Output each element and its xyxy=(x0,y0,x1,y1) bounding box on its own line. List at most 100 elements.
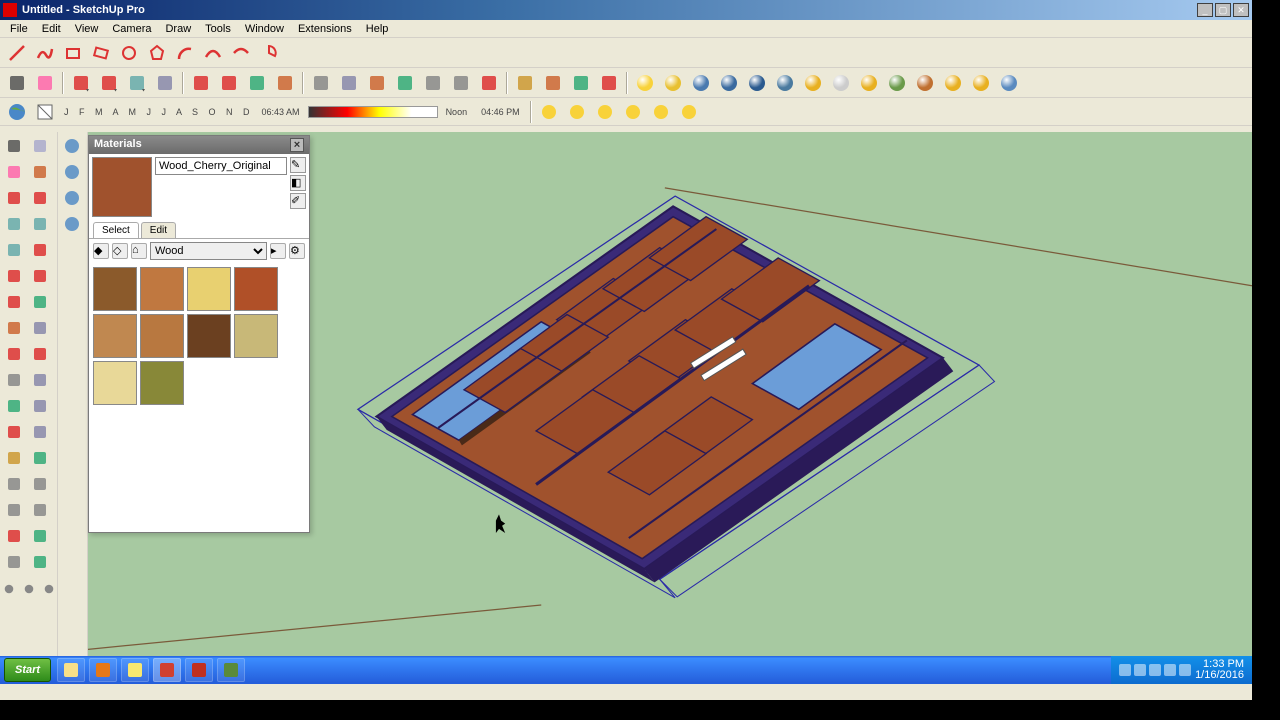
outliner-button[interactable] xyxy=(540,70,566,96)
walk-tool[interactable] xyxy=(28,550,52,574)
tab-select[interactable]: Select xyxy=(93,222,139,238)
material-swatch-4[interactable] xyxy=(93,314,137,358)
time-slider[interactable] xyxy=(308,106,438,118)
paint-tool[interactable] xyxy=(28,160,52,184)
menu-draw[interactable]: Draw xyxy=(159,22,197,36)
zoom-button[interactable] xyxy=(448,70,474,96)
menu-extensions[interactable]: Extensions xyxy=(292,22,358,36)
layers-button[interactable] xyxy=(512,70,538,96)
sphere11-button[interactable] xyxy=(912,70,938,96)
details-icon[interactable]: ▸ xyxy=(270,243,286,259)
sphere1-button[interactable] xyxy=(632,70,658,96)
rectangle-tool[interactable] xyxy=(60,40,86,66)
circle-tool[interactable] xyxy=(116,40,142,66)
material-swatch-7[interactable] xyxy=(234,314,278,358)
sandbox1-tool[interactable] xyxy=(60,186,84,210)
sphere7-button[interactable] xyxy=(800,70,826,96)
sphere9-button[interactable] xyxy=(856,70,882,96)
pie-tool[interactable] xyxy=(28,264,52,288)
move2-tool[interactable] xyxy=(60,134,84,158)
sphere5-button[interactable] xyxy=(744,70,770,96)
position-tool[interactable] xyxy=(28,524,52,548)
current-material-swatch[interactable] xyxy=(92,157,152,217)
orbit-button[interactable] xyxy=(392,70,418,96)
orbit3-tool[interactable] xyxy=(60,160,84,184)
section-tool[interactable] xyxy=(2,446,26,470)
material-swatch-3[interactable] xyxy=(234,267,278,311)
sphere10-button[interactable] xyxy=(884,70,910,96)
tray-icon-4[interactable] xyxy=(1179,664,1191,676)
menu-camera[interactable]: Camera xyxy=(106,22,157,36)
menu-edit[interactable]: Edit xyxy=(36,22,67,36)
eraser-button[interactable] xyxy=(32,70,58,96)
zoom-win-tool[interactable] xyxy=(2,498,26,522)
task-sketchup[interactable] xyxy=(153,658,181,682)
paint-button[interactable] xyxy=(364,70,390,96)
line-tool[interactable] xyxy=(4,40,30,66)
solid2-icon[interactable] xyxy=(22,582,36,596)
tray-icon-3[interactable] xyxy=(1164,664,1176,676)
sphere12-button[interactable] xyxy=(940,70,966,96)
solid3-icon[interactable] xyxy=(42,582,56,596)
materials-titlebar[interactable]: Materials × xyxy=(89,136,309,154)
world-icon[interactable] xyxy=(4,99,30,125)
eraser-tool[interactable] xyxy=(2,160,26,184)
close-button[interactable]: ✕ xyxy=(1233,3,1249,17)
tape-button[interactable] xyxy=(308,70,334,96)
sphere4-button[interactable] xyxy=(716,70,742,96)
sphere14-button[interactable] xyxy=(996,70,1022,96)
shape-button[interactable] xyxy=(124,70,150,96)
sphere6-button[interactable] xyxy=(772,70,798,96)
rotate-button[interactable] xyxy=(244,70,270,96)
move-tool[interactable] xyxy=(2,290,26,314)
menu-view[interactable]: View xyxy=(69,22,105,36)
axes-tool[interactable] xyxy=(2,420,26,444)
protractor-tool[interactable] xyxy=(2,394,26,418)
zoom-tool[interactable] xyxy=(28,472,52,496)
arc-tool[interactable] xyxy=(28,238,52,262)
scale-tool[interactable] xyxy=(2,316,26,340)
polygon-tool[interactable] xyxy=(2,238,26,262)
material-swatch-2[interactable] xyxy=(187,267,231,311)
menu-help[interactable]: Help xyxy=(360,22,395,36)
text-button[interactable] xyxy=(336,70,362,96)
freehand-tool[interactable] xyxy=(32,40,58,66)
3pt-arc-tool[interactable] xyxy=(228,40,254,66)
text-tool[interactable] xyxy=(28,394,52,418)
pan-tool[interactable] xyxy=(2,472,26,496)
sphere13-button[interactable] xyxy=(968,70,994,96)
tape-tool[interactable] xyxy=(2,368,26,392)
look-tool[interactable] xyxy=(2,550,26,574)
tray-icon-2[interactable] xyxy=(1149,664,1161,676)
prev-tool[interactable] xyxy=(28,498,52,522)
material-swatch-9[interactable] xyxy=(140,361,184,405)
start-button[interactable]: Start xyxy=(4,658,51,682)
pie-tool[interactable] xyxy=(256,40,282,66)
addloc-button[interactable] xyxy=(568,70,594,96)
rotated-rect-tool[interactable] xyxy=(88,40,114,66)
material-library-select[interactable]: Wood xyxy=(150,242,267,260)
default-material-icon[interactable]: ◧ xyxy=(290,175,306,191)
move-button[interactable] xyxy=(216,70,242,96)
orbit-tool[interactable] xyxy=(28,446,52,470)
task-camtasia[interactable] xyxy=(217,658,245,682)
menu-window[interactable]: Window xyxy=(239,22,290,36)
material-swatch-6[interactable] xyxy=(187,314,231,358)
solid1-icon[interactable] xyxy=(2,582,16,596)
circle-tool[interactable] xyxy=(28,212,52,236)
backface-tool[interactable] xyxy=(28,134,52,158)
2pt-arc-tool[interactable] xyxy=(200,40,226,66)
tray-icon-1[interactable] xyxy=(1134,664,1146,676)
minimize-button[interactable]: _ xyxy=(1197,3,1213,17)
pan-button[interactable] xyxy=(420,70,446,96)
home-icon[interactable]: ⌂ xyxy=(131,243,147,259)
shadow-s6[interactable] xyxy=(676,99,702,125)
tray-clock[interactable]: 1:33 PM 1/16/2016 xyxy=(1195,659,1244,681)
offset-tool[interactable] xyxy=(28,342,52,366)
pushpull-tool[interactable] xyxy=(28,316,52,340)
tab-edit[interactable]: Edit xyxy=(141,222,176,238)
create-material-icon[interactable]: ✎ xyxy=(290,157,306,173)
task-explorer[interactable] xyxy=(57,658,85,682)
zoom-ext-tool[interactable] xyxy=(2,524,26,548)
polygon-tool[interactable] xyxy=(144,40,170,66)
